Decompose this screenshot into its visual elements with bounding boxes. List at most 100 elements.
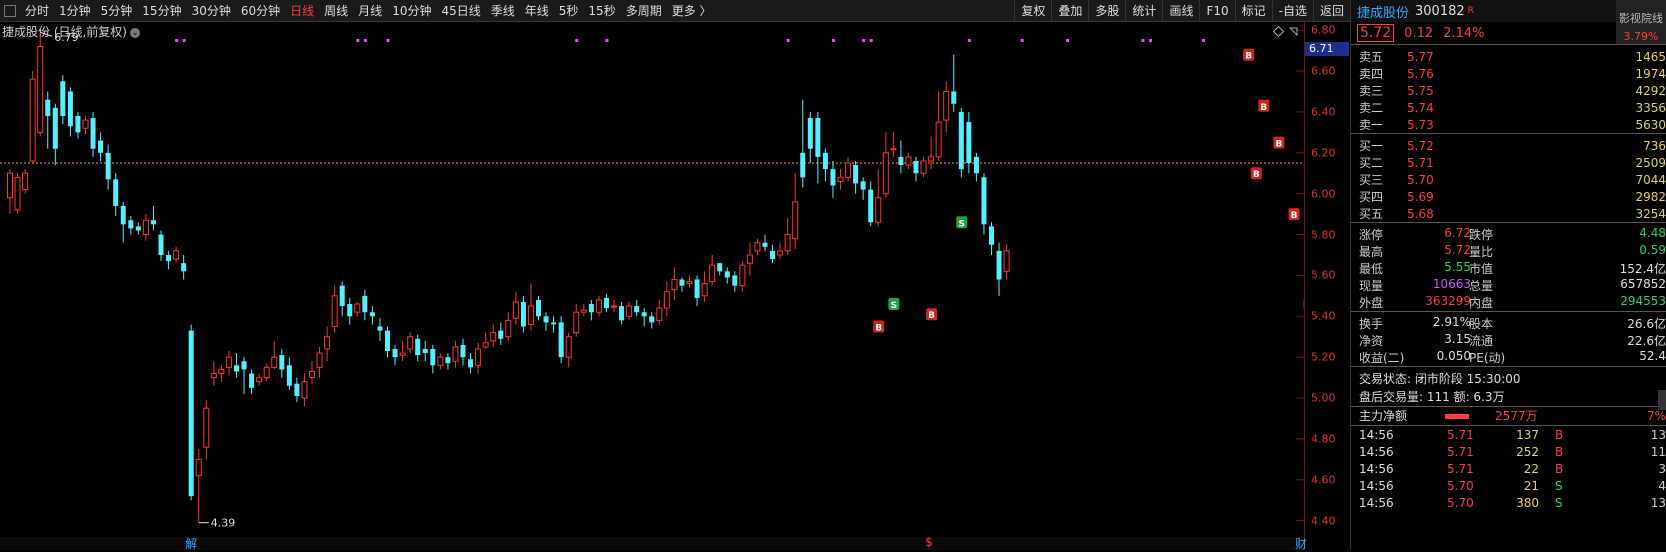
event-marker[interactable]: 财 (1295, 535, 1307, 552)
candle-body (642, 312, 647, 316)
candle-body (581, 310, 586, 312)
diamond-icon[interactable] (1274, 27, 1284, 37)
stat-value: 363299 (1407, 294, 1471, 311)
tab-period-4[interactable]: 30分钟 (187, 0, 236, 22)
candle (695, 275, 700, 306)
tab-period-0[interactable]: 分时 (20, 0, 54, 22)
candle (468, 353, 473, 373)
sector-rank[interactable]: 影视院线 3.79% (1616, 0, 1666, 44)
signal-marker[interactable]: S (956, 216, 967, 229)
candle (287, 357, 292, 390)
signal-marker[interactable]: B (1289, 208, 1300, 221)
candle (936, 91, 941, 160)
ask-row[interactable]: 卖三5.754292 (1351, 82, 1666, 99)
y-tick-label: 4.60 (1311, 473, 1336, 486)
bid-row[interactable]: 买四5.692982 (1351, 188, 1666, 205)
candle-body (536, 300, 541, 316)
tab-period-11[interactable]: 季线 (486, 0, 520, 22)
tab-period-5[interactable]: 60分钟 (236, 0, 285, 22)
ask-volume: 1974 (1635, 67, 1666, 81)
toolbar-action-8[interactable]: 返回 (1313, 0, 1350, 22)
candle (536, 296, 541, 321)
y-tick-label: 6.00 (1311, 187, 1336, 200)
candle-body (498, 331, 503, 339)
ask-row[interactable]: 卖四5.761974 (1351, 65, 1666, 82)
tab-period-15[interactable]: 多周期 (621, 0, 667, 22)
ask-row[interactable]: 卖五5.771465 (1351, 48, 1666, 65)
tab-period-12[interactable]: 年线 (520, 0, 554, 22)
bid-price: 5.72 (1407, 139, 1477, 153)
tick-volume: 21 (1501, 479, 1539, 493)
toolbar-action-1[interactable]: 叠加 (1051, 0, 1088, 22)
tab-period-8[interactable]: 月线 (353, 0, 387, 22)
bid-row[interactable]: 买一5.72736 (1351, 137, 1666, 154)
candle (664, 282, 669, 317)
tick-list[interactable]: 14:565.71137B1314:565.71252B1114:565.712… (1351, 428, 1666, 513)
bid-row[interactable]: 买五5.683254 (1351, 205, 1666, 222)
ask-row[interactable]: 卖一5.735630 (1351, 116, 1666, 133)
candle-body (219, 369, 224, 373)
menu-icon[interactable] (4, 5, 16, 17)
signal-marker[interactable]: B (926, 308, 937, 321)
candle (883, 132, 888, 197)
toolbar-action-7[interactable]: -自选 (1272, 0, 1313, 22)
stat-row: 收益(二)0.050PE(动)52.4 (1351, 349, 1666, 366)
stat-value: 2.91% (1407, 315, 1471, 332)
stock-name[interactable]: 捷成股份 (1357, 2, 1409, 21)
candle-body (257, 378, 262, 382)
kline-chart[interactable]: 6.794.39SSBBBBBBBTT (0, 22, 1304, 537)
scrollbar[interactable] (1658, 390, 1666, 410)
tab-period-2[interactable]: 5分钟 (96, 0, 138, 22)
signal-marker[interactable]: B (873, 321, 884, 334)
main-flow-row[interactable]: 主力净额 2577万 7% (1351, 407, 1666, 425)
stat-value: 5.72 (1407, 243, 1471, 260)
tab-period-3[interactable]: 15分钟 (137, 0, 186, 22)
tick-count: 11 (1651, 445, 1666, 459)
candle (906, 153, 911, 169)
signal-marker[interactable]: B (1243, 49, 1254, 62)
toolbar-action-3[interactable]: 统计 (1125, 0, 1162, 22)
tab-period-14[interactable]: 15秒 (583, 0, 620, 22)
toolbar-action-0[interactable]: 复权 (1014, 0, 1051, 22)
candle (944, 81, 949, 132)
bid-row[interactable]: 买三5.707044 (1351, 171, 1666, 188)
tab-period-13[interactable]: 5秒 (554, 0, 584, 22)
bid-volume: 736 (1643, 139, 1666, 153)
ask-row[interactable]: 卖二5.743356 (1351, 99, 1666, 116)
toolbar-action-6[interactable]: 标记 (1235, 0, 1272, 22)
tab-period-16[interactable]: 更多 〉 (667, 0, 717, 22)
ask-price: 5.77 (1407, 50, 1477, 64)
candle-body (747, 255, 752, 263)
candle (642, 308, 647, 326)
candle (710, 255, 715, 286)
candle-body (544, 316, 549, 322)
tab-period-7[interactable]: 周线 (319, 0, 353, 22)
tab-period-6[interactable]: 日线 (285, 0, 319, 22)
signal-marker[interactable]: B (1251, 167, 1262, 180)
candle (974, 153, 979, 182)
event-marker[interactable]: 解 (185, 535, 197, 552)
signal-marker[interactable]: B (1273, 137, 1284, 150)
signal-marker[interactable]: B (1258, 100, 1269, 113)
candle-body (249, 374, 254, 388)
divider (1351, 133, 1666, 134)
collapse-icon[interactable] (1290, 28, 1297, 35)
tick-time: 14:56 (1351, 479, 1415, 496)
tab-period-9[interactable]: 10分钟 (387, 0, 436, 22)
candle (929, 136, 934, 169)
candle (785, 218, 790, 255)
signal-label: B (1253, 170, 1260, 180)
tab-period-1[interactable]: 1分钟 (54, 0, 96, 22)
bid-row[interactable]: 买二5.712509 (1351, 154, 1666, 171)
candle-body (634, 306, 639, 312)
toolbar-action-4[interactable]: 画线 (1162, 0, 1199, 22)
signal-marker[interactable]: S (888, 298, 899, 311)
candle-body (355, 304, 360, 312)
tab-period-10[interactable]: 45日线 (436, 0, 485, 22)
event-marker[interactable]: $ (925, 535, 933, 549)
toolbar-action-2[interactable]: 多股 (1088, 0, 1125, 22)
toolbar-action-5[interactable]: F10 (1199, 0, 1234, 22)
candle (415, 335, 420, 362)
candle-body (483, 343, 488, 347)
candle (8, 169, 13, 214)
